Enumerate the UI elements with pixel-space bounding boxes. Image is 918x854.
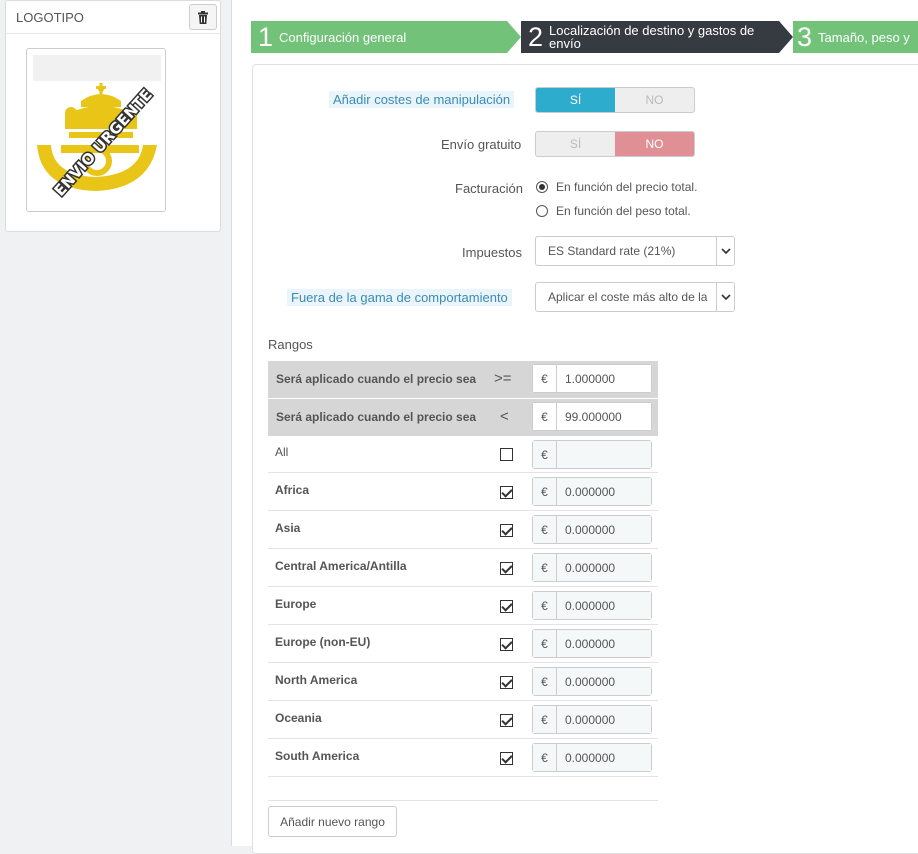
zone-name: Central America/Antilla (275, 559, 407, 573)
wizard-step-3[interactable]: 3 Tamaño, peso y (793, 21, 918, 53)
range-to-operator: < (500, 408, 509, 425)
currency-symbol: € (533, 441, 557, 468)
step-number: 3 (797, 21, 813, 52)
logo-panel-divider (6, 33, 220, 34)
zone-price-input[interactable]: € 0.000000 (532, 705, 652, 734)
chevron-down-icon (716, 237, 734, 265)
zone-name: All (275, 445, 289, 459)
zone-price-value[interactable]: 0.000000 (557, 516, 651, 543)
zone-price-value[interactable]: 0.000000 (557, 592, 651, 619)
logo-panel: LOGOTIPO ENVIO URGENTE (5, 0, 221, 232)
radio-button[interactable] (536, 181, 548, 193)
currency-symbol: € (533, 744, 557, 771)
zone-price-input[interactable]: € 0.000000 (532, 667, 652, 696)
out-of-range-select[interactable]: Aplicar el coste más alto de la (535, 282, 735, 312)
wizard-step-2[interactable]: 2 Localización de destino y gastos de en… (521, 21, 793, 53)
out-of-range-select-value: Aplicar el coste más alto de la (548, 290, 708, 304)
zone-name: South America (275, 749, 360, 763)
billing-option-weight[interactable]: En función del peso total. (536, 204, 691, 218)
step-number: 2 (528, 21, 544, 52)
toggle-yes[interactable]: SÍ (536, 88, 615, 112)
carrier-logo-frame: ENVIO URGENTE (26, 48, 166, 212)
billing-label: Facturación (455, 181, 523, 196)
currency-symbol: € (533, 592, 557, 619)
chevron-down-icon (716, 283, 734, 311)
tax-label: Impuestos (462, 245, 522, 260)
zone-name: Asia (275, 521, 301, 535)
handling-costs-label: Añadir costes de manipulación (329, 91, 515, 108)
currency-symbol: € (533, 403, 557, 430)
tax-select-value: ES Standard rate (21%) (548, 244, 676, 258)
currency-symbol: € (533, 706, 557, 733)
range-from-label: Será aplicado cuando el precio sea (276, 372, 477, 386)
zone-name: North America (275, 673, 358, 687)
zone-checkbox[interactable] (500, 486, 513, 499)
currency-symbol: € (533, 554, 557, 581)
currency-symbol: € (533, 478, 557, 505)
step-label: Configuración general (279, 29, 407, 45)
logo-placeholder-bar (33, 55, 161, 81)
toggle-no[interactable]: NO (615, 88, 694, 112)
currency-symbol: € (533, 365, 557, 392)
range-from-value[interactable]: 1.000000 (557, 365, 651, 392)
tax-select[interactable]: ES Standard rate (21%) (535, 236, 735, 266)
zone-price-input[interactable]: € 0.000000 (532, 477, 652, 506)
logo-panel-title: LOGOTIPO (16, 10, 84, 25)
free-shipping-toggle[interactable]: SÍ NO (535, 131, 695, 157)
carrier-logo-image: ENVIO URGENTE (37, 83, 157, 201)
zone-price-input[interactable]: € 0.000000 (532, 515, 652, 544)
range-from-operator: >= (494, 370, 512, 387)
currency-symbol: € (533, 630, 557, 657)
zone-price-value[interactable]: 0.000000 (557, 706, 651, 733)
zone-name: Europe (275, 597, 317, 611)
radio-button[interactable] (536, 205, 548, 217)
zone-price-input[interactable]: € 0.000000 (532, 743, 652, 772)
zone-checkbox[interactable] (500, 714, 513, 727)
ranges-title: Rangos (268, 337, 313, 352)
toggle-yes[interactable]: SÍ (536, 132, 615, 156)
ranges-divider (268, 800, 658, 801)
zone-price-input[interactable]: € 0.000000 (532, 553, 652, 582)
zone-checkbox[interactable] (500, 638, 513, 651)
zone-checkbox[interactable] (500, 752, 513, 765)
zone-name: Africa (275, 483, 310, 497)
zone-price-input[interactable]: € 0.000000 (532, 629, 652, 658)
billing-option-price[interactable]: En función del precio total. (536, 180, 697, 194)
step-label: Tamaño, peso y (818, 29, 910, 45)
range-to-value[interactable]: 99.000000 (557, 403, 651, 430)
handling-costs-toggle[interactable]: SÍ NO (535, 87, 695, 113)
wizard-step-1[interactable]: 1 Configuración general (251, 21, 521, 53)
add-range-button[interactable]: Añadir nuevo rango (268, 806, 397, 837)
step-number: 1 (258, 21, 274, 52)
zone-price-value[interactable]: 0.000000 (557, 478, 651, 505)
zone-price-input[interactable]: € (532, 440, 652, 469)
radio-label: En función del peso total. (556, 204, 691, 218)
delete-logo-button[interactable] (189, 4, 217, 30)
zone-name: Europe (non-EU) (275, 635, 371, 649)
toggle-no[interactable]: NO (615, 132, 694, 156)
zone-price-value[interactable]: 0.000000 (557, 744, 651, 771)
free-shipping-label: Envío gratuito (441, 137, 522, 152)
zone-checkbox[interactable] (500, 524, 513, 537)
radio-label: En función del precio total. (556, 180, 698, 194)
range-to-input[interactable]: € 99.000000 (532, 402, 652, 431)
zone-price-value[interactable]: 0.000000 (557, 630, 651, 657)
range-from-input[interactable]: € 1.000000 (532, 364, 652, 393)
trash-icon (198, 10, 208, 24)
zone-price-input[interactable]: € 0.000000 (532, 591, 652, 620)
step-label: Localización de destino y gastos de enví… (549, 23, 755, 51)
zone-checkbox[interactable] (500, 448, 513, 461)
zone-price-value[interactable]: 0.000000 (557, 668, 651, 695)
zone-price-value[interactable]: 0.000000 (557, 554, 651, 581)
zone-checkbox[interactable] (500, 676, 513, 689)
currency-symbol: € (533, 516, 557, 543)
zone-checkbox[interactable] (500, 562, 513, 575)
out-of-range-label: Fuera de la gama de comportamiento (287, 289, 512, 306)
zone-checkbox[interactable] (500, 600, 513, 613)
range-to-label: Será aplicado cuando el precio sea (276, 410, 477, 424)
zone-name: Oceania (275, 711, 322, 725)
currency-symbol: € (533, 668, 557, 695)
wizard-steps: 1 Configuración general 2 Localización d… (251, 21, 918, 53)
zone-price-value[interactable] (557, 441, 651, 468)
